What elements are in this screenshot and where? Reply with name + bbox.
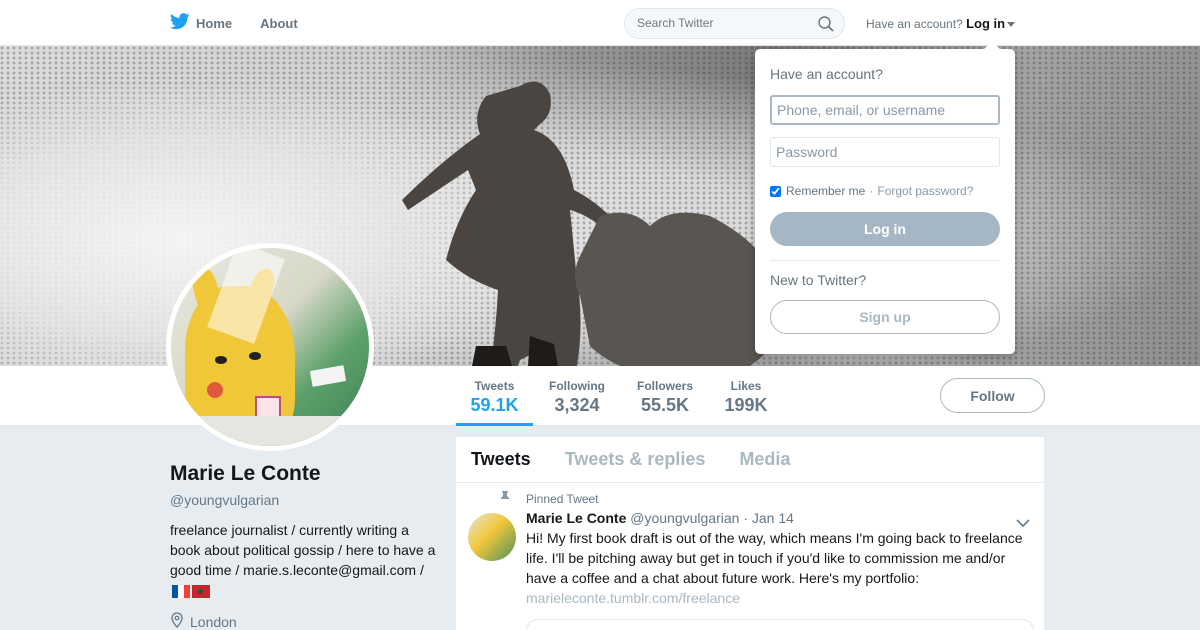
login-dropdown-title: Have an account? <box>770 66 883 82</box>
stat-value: 55.5K <box>640 395 690 415</box>
signup-button[interactable]: Sign up <box>770 300 1000 334</box>
tweet-author-name[interactable]: Marie Le Conte <box>526 510 626 526</box>
stat-following[interactable]: Following 3,324 <box>545 366 609 426</box>
stat-label: Likes <box>730 379 762 393</box>
nav-home-label: Home <box>196 15 233 31</box>
location-pin-icon <box>170 612 190 630</box>
top-navigation-bar: Home About Have an account? Log in <box>0 0 1200 46</box>
chevron-down-icon <box>1007 22 1016 28</box>
search-icon[interactable] <box>818 16 834 37</box>
stat-label: Followers <box>636 379 693 393</box>
pinned-indicator: Pinned Tweet <box>501 491 1029 506</box>
tab-media[interactable]: Media <box>739 449 790 470</box>
new-to-twitter-text: New to Twitter? <box>770 272 867 288</box>
search-input[interactable] <box>637 16 807 30</box>
have-account-text: Have an account? <box>866 17 963 31</box>
stat-label: Tweets <box>474 379 515 393</box>
login-dropdown: Have an account? Remember me · Forgot pa… <box>755 41 1015 354</box>
timeline-tabs: Tweets Tweets & replies Media <box>456 437 1044 483</box>
tab-tweets[interactable]: Tweets <box>471 449 531 470</box>
nav-home[interactable]: Home <box>169 0 233 46</box>
location-label: London <box>190 613 237 630</box>
login-link-label[interactable]: Log in <box>966 16 1005 31</box>
username-field[interactable] <box>770 95 1000 125</box>
bio-text: freelance journalist / currently writing… <box>170 522 436 578</box>
search-box[interactable] <box>624 8 845 39</box>
remember-me-checkbox[interactable] <box>770 185 781 197</box>
profile-name[interactable]: Marie Le Conte <box>170 462 440 486</box>
stat-label: Following <box>549 379 605 393</box>
pinned-tweet[interactable]: Pinned Tweet Marie Le Conte @youngvulgar… <box>456 483 1044 608</box>
stat-value: 3,324 <box>554 395 600 415</box>
password-field[interactable] <box>770 137 1000 167</box>
tweet-author-handle[interactable]: @youngvulgarian <box>630 510 739 526</box>
tweet-avatar[interactable] <box>468 513 516 561</box>
nav-left: Home About <box>169 0 326 46</box>
tweet-link[interactable]: marieleconte.tumblr.com/freelance <box>526 588 1029 608</box>
stat-tweets[interactable]: Tweets 59.1K <box>456 366 533 426</box>
follow-button[interactable]: Follow <box>940 378 1045 413</box>
timeline: Tweets Tweets & replies Media Pinned Twe… <box>456 437 1044 630</box>
profile-bio: freelance journalist / currently writing… <box>170 520 440 603</box>
remember-me-label[interactable]: Remember me <box>786 184 865 198</box>
pinned-label: Pinned Tweet <box>526 491 599 506</box>
login-menu-toggle[interactable]: Have an account? Log in <box>866 16 1016 31</box>
forgot-password-link[interactable]: Forgot password? <box>877 184 973 198</box>
chevron-down-icon[interactable] <box>1016 515 1030 533</box>
tweet-date[interactable]: · Jan 14 <box>743 510 794 526</box>
tweet-body: Hi! My first book draft is out of the wa… <box>526 530 1023 586</box>
tweet-header: Marie Le Conte @youngvulgarian · Jan 14 <box>526 510 1029 526</box>
profile-handle[interactable]: @youngvulgarian <box>170 492 440 508</box>
morocco-flag-icon <box>192 583 210 603</box>
twitter-bird-icon <box>169 13 196 33</box>
stat-followers[interactable]: Followers 55.5K <box>633 366 697 426</box>
profile-location: London <box>170 612 440 630</box>
avatar-image <box>171 248 369 446</box>
separator-dot: · <box>869 184 874 198</box>
remember-row: Remember me · Forgot password? <box>770 184 973 198</box>
tab-tweets-replies[interactable]: Tweets & replies <box>565 449 706 470</box>
profile-avatar[interactable] <box>166 243 374 451</box>
stat-value: 59.1K <box>470 395 519 415</box>
france-flag-icon <box>172 584 190 598</box>
login-button[interactable]: Log in <box>770 212 1000 246</box>
tweet-text: Hi! My first book draft is out of the wa… <box>526 528 1029 608</box>
profile-sidebar: Marie Le Conte @youngvulgarian freelance… <box>170 462 440 630</box>
tweet-link-card[interactable] <box>526 619 1034 630</box>
stat-value: 199K <box>724 395 768 415</box>
nav-about[interactable]: About <box>260 0 298 46</box>
divider <box>770 260 1000 261</box>
stat-likes[interactable]: Likes 199K <box>721 366 771 426</box>
